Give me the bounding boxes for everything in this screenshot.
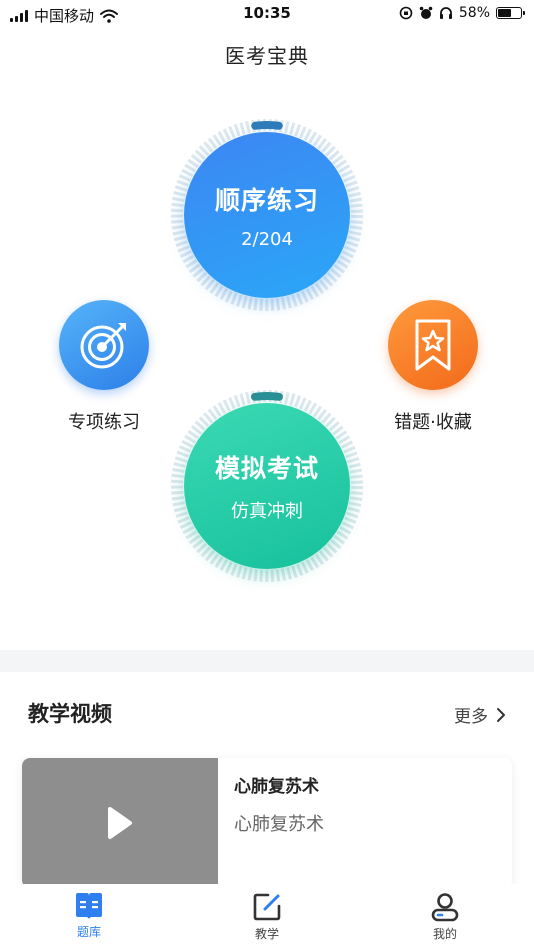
video-description: 心肺复苏术 xyxy=(234,814,324,835)
edit-icon xyxy=(253,893,281,921)
wrong-favorites-icon-circle xyxy=(388,300,478,390)
special-practice-icon-circle xyxy=(59,300,149,390)
target-icon xyxy=(80,323,126,369)
battery-icon xyxy=(496,7,525,19)
profile-icon xyxy=(431,893,459,922)
mock-exam-subtitle: 仿真冲刺 xyxy=(231,501,303,522)
tab-label: 题库 xyxy=(76,925,101,939)
star-bookmark-icon xyxy=(415,319,451,371)
tab-teaching[interactable]: 教学 xyxy=(178,884,356,950)
mock-exam-button[interactable]: 模拟考试 仿真冲刺 xyxy=(168,387,366,585)
video-section-header: 教学视频 更多 xyxy=(0,696,534,732)
tab-label: 教学 xyxy=(254,927,279,941)
special-practice-button[interactable]: 专项练习 xyxy=(56,300,152,434)
mock-exam-label: 模拟考试 xyxy=(214,454,319,483)
play-icon xyxy=(108,807,132,839)
wrong-favorites-button[interactable]: 错题·收藏 xyxy=(378,300,488,434)
special-practice-label: 专项练习 xyxy=(68,412,140,433)
tab-question-bank[interactable]: 题库 xyxy=(0,884,178,950)
rotation-lock-icon xyxy=(399,6,413,20)
video-title: 心肺复苏术 xyxy=(234,777,319,797)
headphones-icon xyxy=(439,7,452,19)
section-title: 教学视频 xyxy=(28,702,112,726)
question-bank-icon xyxy=(76,893,102,919)
video-thumbnail[interactable] xyxy=(22,758,218,888)
mock-exam-core: 模拟考试 仿真冲刺 xyxy=(184,403,350,569)
wrong-favorites-label: 错题·收藏 xyxy=(394,412,472,433)
sequential-practice-label: 顺序练习 xyxy=(214,185,319,215)
section-divider xyxy=(0,650,534,672)
video-card[interactable]: 心肺复苏术 心肺复苏术 xyxy=(22,758,512,888)
progress-indicator xyxy=(251,121,283,130)
status-bar: 中国移动 10:35 58% xyxy=(0,0,534,30)
tab-bar: 题库 教学 我的 xyxy=(0,884,534,950)
more-label: 更多 xyxy=(454,707,488,727)
tab-label: 我的 xyxy=(432,927,457,941)
battery-percent: 58% xyxy=(458,5,490,21)
chevron-right-icon xyxy=(497,707,505,722)
mock-exam-indicator xyxy=(251,391,283,401)
page-title: 医考宝典 xyxy=(225,44,309,68)
status-right: 58% xyxy=(399,5,525,21)
tab-mine[interactable]: 我的 xyxy=(356,884,534,950)
sequential-practice-progress: 2/204 xyxy=(241,228,293,250)
more-link[interactable]: 更多 xyxy=(454,702,506,727)
battery-fill xyxy=(498,9,511,17)
alarm-icon xyxy=(419,6,433,19)
sequential-practice-button[interactable]: 顺序练习 2/204 xyxy=(168,116,366,314)
sequential-practice-core: 顺序练习 2/204 xyxy=(184,132,350,298)
